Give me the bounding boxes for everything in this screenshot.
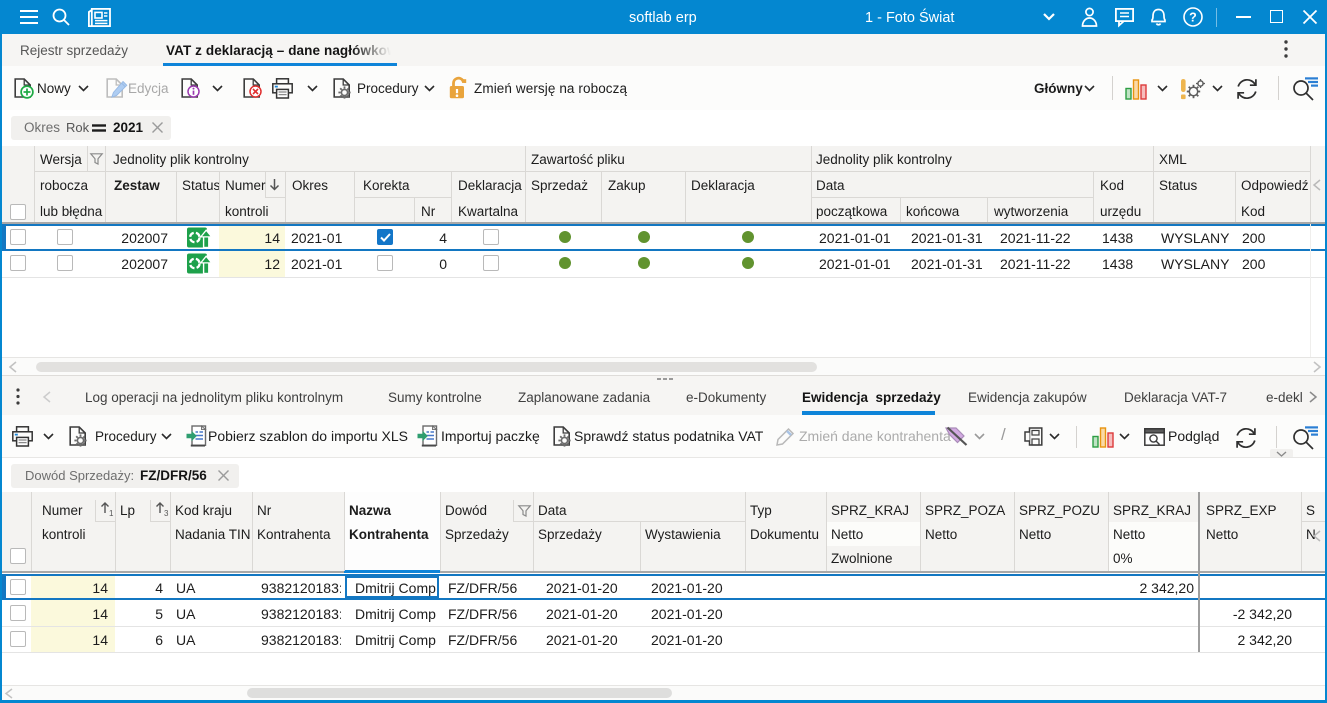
svg-text:3: 3 [164, 509, 169, 518]
svg-text:1: 1 [109, 509, 114, 518]
svg-text:?: ? [1189, 11, 1197, 25]
